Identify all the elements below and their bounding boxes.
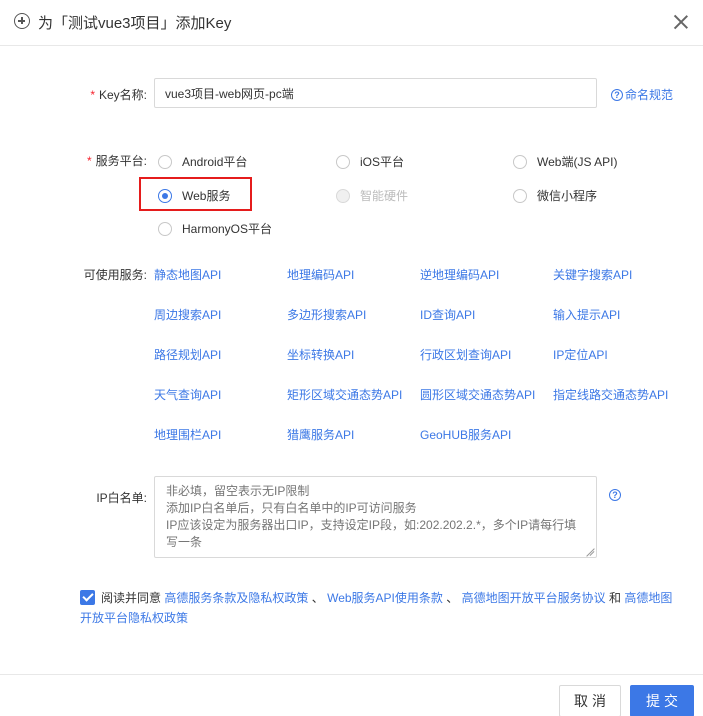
service-link[interactable]: 静态地图API	[154, 266, 221, 283]
radio-wechat-miniprogram[interactable]: 微信小程序	[513, 187, 597, 204]
service-link[interactable]: 天气查询API	[154, 386, 221, 403]
radio-harmonyos[interactable]: HarmonyOS平台	[158, 220, 272, 237]
radio-circle	[158, 154, 172, 169]
resize-grip-icon[interactable]	[585, 546, 594, 555]
radio-circle	[513, 154, 527, 169]
submit-button[interactable]: 提交	[630, 685, 694, 716]
ip-whitelist-label: IP白名单:	[96, 491, 147, 505]
radio-ios[interactable]: iOS平台	[336, 153, 404, 170]
cancel-button[interactable]: 取消	[559, 685, 621, 716]
service-link[interactable]: 关键字搜索API	[553, 266, 632, 283]
radio-circle	[158, 188, 172, 203]
service-link[interactable]: 指定线路交通态势API	[553, 386, 668, 403]
dialog-title: 为「测试vue3项目」添加Key	[38, 15, 232, 32]
radio-web-js-api[interactable]: Web端(JS API)	[513, 153, 617, 170]
service-link[interactable]: 猎鹰服务API	[287, 426, 354, 443]
service-link[interactable]: 矩形区域交通态势API	[287, 386, 402, 403]
radio-circle	[336, 154, 350, 169]
agreement-checkbox[interactable]	[80, 590, 95, 605]
radio-circle	[513, 188, 527, 203]
key-name-label: * Key名称:	[90, 88, 147, 102]
key-name-input[interactable]	[154, 78, 597, 108]
question-circle-icon[interactable]: ?	[609, 489, 621, 501]
web-api-terms-link[interactable]: Web服务API使用条款	[327, 591, 443, 605]
service-link[interactable]: ID查询API	[420, 306, 475, 323]
service-link[interactable]: 坐标转换API	[287, 346, 354, 363]
question-circle-icon: ?	[611, 88, 623, 101]
services-label: 可使用服务:	[83, 268, 147, 282]
radio-smart-hardware: 智能硬件	[336, 187, 408, 204]
ip-whitelist-textarea[interactable]	[154, 476, 597, 558]
dialog-header: 为「测试vue3项目」添加Key	[0, 0, 703, 46]
service-link[interactable]: IP定位API	[553, 346, 608, 363]
add-circle-icon	[14, 13, 30, 29]
platform-label: * 服务平台:	[86, 154, 147, 168]
service-link[interactable]: 地理编码API	[287, 266, 354, 283]
close-icon[interactable]	[673, 14, 689, 30]
radio-circle	[336, 188, 350, 203]
service-link[interactable]: 逆地理编码API	[420, 266, 499, 283]
terms-privacy-link[interactable]: 高德服务条款及隐私权政策	[164, 591, 308, 605]
service-link[interactable]: GeoHUB服务API	[420, 426, 511, 443]
service-link[interactable]: 圆形区域交通态势API	[420, 386, 535, 403]
service-link[interactable]: 周边搜索API	[154, 306, 221, 323]
radio-circle	[158, 221, 172, 236]
radio-android[interactable]: Android平台	[158, 153, 247, 170]
service-link[interactable]: 路径规划API	[154, 346, 221, 363]
service-link[interactable]: 行政区划查询API	[420, 346, 511, 363]
platform-service-agreement-link[interactable]: 高德地图开放平台服务协议	[462, 591, 606, 605]
service-link[interactable]: 地理围栏API	[154, 426, 221, 443]
service-link[interactable]: 多边形搜索API	[287, 306, 366, 323]
radio-web-service[interactable]: Web服务	[158, 187, 230, 204]
naming-rules-link[interactable]: ? 命名规范	[611, 86, 673, 103]
service-link[interactable]: 输入提示API	[553, 306, 620, 323]
agreement-row: 阅读并同意 高德服务条款及隐私权政策 、 Web服务API使用条款 、 高德地图…	[80, 590, 673, 625]
